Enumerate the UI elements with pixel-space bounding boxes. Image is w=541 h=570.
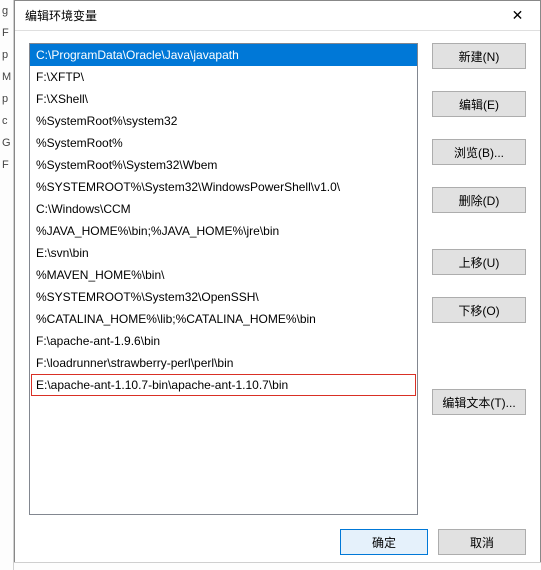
edit-button[interactable]: 编辑(E) [432, 91, 526, 117]
bg-char: F [0, 154, 13, 176]
list-item[interactable]: %SYSTEMROOT%\System32\WindowsPowerShell\… [30, 176, 417, 198]
list-item[interactable]: F:\loadrunner\strawberry-perl\perl\bin [30, 352, 417, 374]
dialog-title: 编辑环境变量 [25, 7, 97, 24]
move-down-button[interactable]: 下移(O) [432, 297, 526, 323]
dialog-content: C:\ProgramData\Oracle\Java\javapathF:\XF… [15, 31, 540, 515]
list-item[interactable]: F:\apache-ant-1.9.6\bin [30, 330, 417, 352]
list-item[interactable]: %CATALINA_HOME%\lib;%CATALINA_HOME%\bin [30, 308, 417, 330]
list-item[interactable]: F:\XFTP\ [30, 66, 417, 88]
close-icon: ✕ [512, 7, 524, 24]
bg-char: M [0, 66, 13, 88]
titlebar: 编辑环境变量 ✕ [15, 1, 540, 31]
path-listbox[interactable]: C:\ProgramData\Oracle\Java\javapathF:\XF… [29, 43, 418, 515]
list-item[interactable]: C:\ProgramData\Oracle\Java\javapath [30, 44, 417, 66]
list-item[interactable]: %SystemRoot% [30, 132, 417, 154]
list-item[interactable]: E:\apache-ant-1.10.7-bin\apache-ant-1.10… [30, 374, 417, 396]
delete-button[interactable]: 删除(D) [432, 187, 526, 213]
side-button-panel: 新建(N) 编辑(E) 浏览(B)... 删除(D) 上移(U) 下移(O) 编… [432, 43, 526, 515]
list-item[interactable]: C:\Windows\CCM [30, 198, 417, 220]
bg-char: p [0, 88, 13, 110]
close-button[interactable]: ✕ [495, 1, 540, 31]
list-item[interactable]: F:\XShell\ [30, 88, 417, 110]
background-window-strip: gFpMpcGF [0, 0, 14, 570]
list-item[interactable]: E:\svn\bin [30, 242, 417, 264]
dialog-window: 编辑环境变量 ✕ C:\ProgramData\Oracle\Java\java… [14, 0, 541, 570]
move-up-button[interactable]: 上移(U) [432, 249, 526, 275]
cancel-button[interactable]: 取消 [438, 529, 526, 555]
ok-button[interactable]: 确定 [340, 529, 428, 555]
list-item[interactable]: %MAVEN_HOME%\bin\ [30, 264, 417, 286]
list-item[interactable]: %SystemRoot%\System32\Wbem [30, 154, 417, 176]
list-item[interactable]: %SYSTEMROOT%\System32\OpenSSH\ [30, 286, 417, 308]
browse-button[interactable]: 浏览(B)... [432, 139, 526, 165]
new-button[interactable]: 新建(N) [432, 43, 526, 69]
edit-text-button[interactable]: 编辑文本(T)... [432, 389, 526, 415]
bg-char: g [0, 0, 13, 22]
background-bottom-strip [14, 562, 541, 570]
bg-char: G [0, 132, 13, 154]
bg-char: c [0, 110, 13, 132]
list-item[interactable]: %SystemRoot%\system32 [30, 110, 417, 132]
bg-char: F [0, 22, 13, 44]
bg-char: p [0, 44, 13, 66]
dialog-footer: 确定 取消 [15, 515, 540, 569]
list-item[interactable]: %JAVA_HOME%\bin;%JAVA_HOME%\jre\bin [30, 220, 417, 242]
